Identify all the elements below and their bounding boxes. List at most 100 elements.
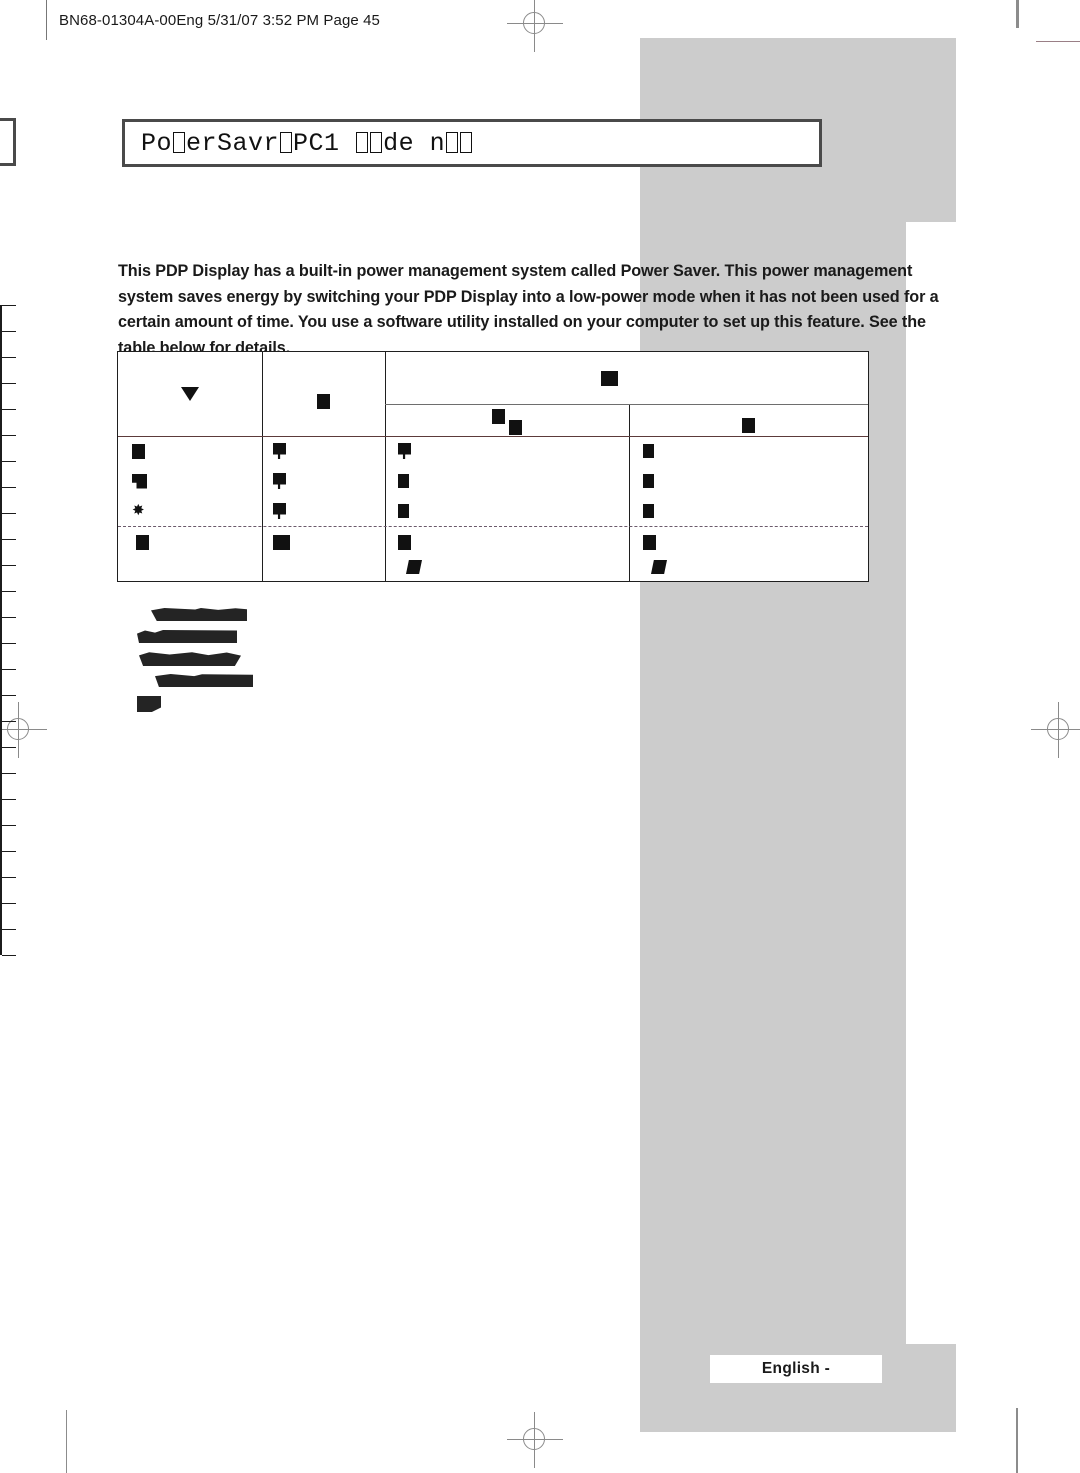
table-header-cell-3 (385, 404, 629, 436)
section-title-box: Po erSavr PC1 de n (122, 119, 822, 167)
note-line (137, 630, 237, 643)
missing-glyph (136, 534, 149, 550)
crop-line-bottom-right (1016, 1408, 1018, 1473)
ruler-tick (2, 513, 16, 514)
triangle-down-icon (181, 387, 199, 401)
gray-panel-step-cutout (906, 222, 956, 1344)
missing-glyph (398, 443, 411, 459)
table-cell (273, 466, 385, 496)
asterisk-glyph (132, 502, 145, 520)
ruler-tick (2, 903, 16, 904)
missing-glyph (643, 534, 656, 550)
ruler-tick (2, 565, 16, 566)
table-cell (136, 528, 262, 556)
ruler-tick (2, 357, 16, 358)
missing-glyph-box (280, 131, 293, 153)
missing-glyph-box (370, 131, 383, 153)
missing-glyph (643, 444, 654, 458)
registration-mark-top (507, 0, 563, 52)
ruler-tick (2, 539, 16, 540)
table-cell (643, 466, 867, 496)
table-cell (398, 466, 628, 496)
ruler-tick (2, 721, 16, 722)
missing-glyph (509, 419, 522, 435)
table-header-cell-4 (629, 404, 867, 436)
ruler-tick (2, 669, 16, 670)
table-cell (132, 436, 262, 466)
registration-mark-bottom (507, 1412, 563, 1468)
ruler-tick (2, 305, 16, 306)
table-cell (398, 528, 628, 556)
ruler-tick (2, 435, 16, 436)
table-cell (398, 496, 628, 526)
crop-line-right-upper (1036, 41, 1080, 42)
ruler-tick (2, 591, 16, 592)
missing-glyph (273, 534, 290, 550)
missing-glyph (741, 417, 755, 433)
missing-glyph (406, 560, 422, 574)
missing-glyph (643, 474, 654, 488)
missing-glyph (492, 408, 505, 424)
note-block (133, 608, 333, 716)
section-title-text: Po erSavr PC1 de n (125, 129, 473, 158)
missing-glyph (132, 443, 145, 459)
title-box-bleed-bracket (0, 118, 16, 166)
crop-line-bottom-left (66, 1410, 67, 1473)
document-page: BN68-01304A-00Eng 5/31/07 3:52 PM Page 4… (0, 0, 1080, 1473)
ruler-tick (2, 331, 16, 332)
note-line (139, 652, 241, 666)
table-cell (651, 554, 867, 580)
missing-glyph (132, 473, 147, 489)
registration-mark-right (1031, 702, 1080, 758)
table-cell (643, 436, 867, 466)
crop-line-top-right (1016, 0, 1019, 28)
ruler-tick (2, 461, 16, 462)
header-slug-text: BN68-01304A-00Eng 5/31/07 3:52 PM Page 4… (59, 11, 380, 29)
ruler-tick (2, 955, 16, 956)
table-cell (132, 466, 262, 496)
note-line (137, 696, 161, 712)
missing-glyph (398, 504, 409, 518)
ruler-tick (2, 487, 16, 488)
ruler-tick (2, 877, 16, 878)
ruler-tick (2, 383, 16, 384)
table-cell (643, 528, 867, 556)
missing-glyph (398, 474, 409, 488)
table-header-cell-2 (262, 352, 385, 436)
header-slug: BN68-01304A-00Eng 5/31/07 3:52 PM Page 4… (46, 0, 380, 40)
table-header-cell-span (385, 352, 867, 404)
ruler-tick (2, 929, 16, 930)
ruler-tick (2, 825, 16, 826)
table-cell (398, 436, 628, 466)
footer-language-text: English - (761, 1360, 831, 1377)
table-cell (273, 528, 385, 556)
missing-glyph (273, 473, 286, 489)
footer-language-label: English - (710, 1355, 882, 1383)
table-cell (406, 554, 628, 580)
missing-glyph (651, 560, 667, 574)
power-management-table (117, 351, 869, 582)
ruler-tick (2, 799, 16, 800)
missing-glyph-box (446, 131, 459, 153)
table-cell (273, 496, 385, 526)
missing-glyph (398, 534, 411, 550)
missing-glyph (643, 504, 654, 518)
ruler-tick (2, 409, 16, 410)
ruler-tick (2, 773, 16, 774)
table-cell (273, 436, 385, 466)
missing-glyph-box (173, 131, 186, 153)
ruler-tick (2, 695, 16, 696)
table-cell (132, 496, 262, 526)
table-header-cell-1 (118, 352, 262, 436)
missing-glyph-box (460, 131, 473, 153)
intro-paragraph: This PDP Display has a built-in power ma… (118, 262, 939, 357)
left-margin-ruler (0, 305, 16, 956)
note-line (151, 608, 247, 621)
missing-glyph (273, 443, 286, 459)
missing-glyph-box (356, 131, 369, 153)
table-row-divider (118, 526, 868, 527)
missing-glyph (600, 370, 618, 386)
ruler-tick (2, 851, 16, 852)
table-cell (643, 496, 867, 526)
note-line (155, 674, 253, 687)
